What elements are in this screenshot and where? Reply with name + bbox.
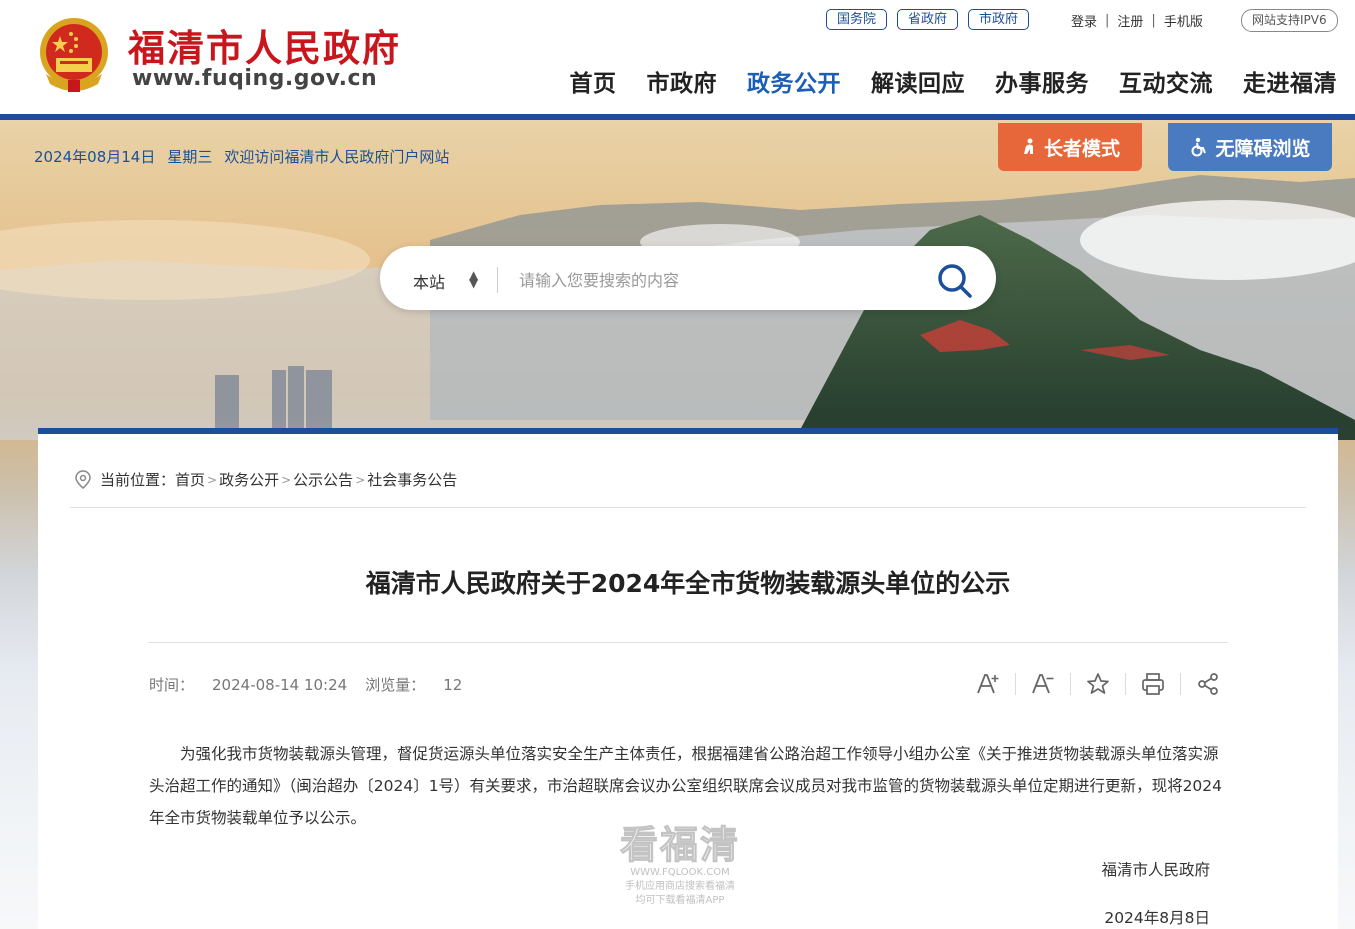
mobile-version-link[interactable]: 手机版 (1164, 11, 1203, 30)
elder-mode-label: 长者模式 (1043, 137, 1120, 160)
share-icon[interactable] (1194, 670, 1222, 698)
breadcrumb-label: 当前位置： (100, 471, 176, 489)
nav-city-gov[interactable]: 市政府 (647, 64, 718, 98)
breadcrumb: 当前位置： 首页 > 政务公开 > 公示公告 > 社会事务公告 (74, 469, 457, 490)
article-body: 为强化我市货物装载源头管理，督促货运源头单位落实安全生产主体责任，根据福建省公路… (149, 745, 1223, 827)
elder-person-icon (1023, 138, 1033, 154)
current-weekday: 星期三 (167, 148, 213, 166)
views-label: 浏览量： (365, 676, 426, 694)
title-divider (148, 642, 1228, 643)
site-name: 福清市人民政府 (128, 26, 401, 70)
accessible-browse-label: 无障碍浏览 (1215, 137, 1311, 160)
national-emblem-icon (40, 18, 108, 92)
link-state-council[interactable]: 国务院 (826, 9, 888, 30)
breadcrumb-home[interactable]: 首页 (175, 469, 205, 490)
article-card: 当前位置： 首页 > 政务公开 > 公示公告 > 社会事务公告 福清市人民政府关… (38, 428, 1338, 929)
elder-mode-button[interactable]: 长者模式 (998, 123, 1142, 171)
breadcrumb-social-affairs[interactable]: 社会事务公告 (367, 469, 457, 490)
nav-about-fuqing[interactable]: 走进福清 (1243, 64, 1337, 98)
publish-time: 2024-08-14 10:24 (212, 676, 348, 694)
login-link[interactable]: 登录 (1071, 11, 1097, 30)
search-icon[interactable] (935, 261, 975, 301)
search-input[interactable] (519, 263, 919, 297)
article-tools (974, 670, 1222, 698)
font-increase-icon[interactable] (974, 670, 1002, 698)
divider: | (1151, 13, 1156, 28)
breadcrumb-notices[interactable]: 公示公告 (293, 469, 353, 490)
sort-arrows-icon[interactable]: ▲ ▼ (469, 269, 478, 289)
font-decrease-icon[interactable] (1029, 670, 1057, 698)
nav-interpretation[interactable]: 解读回应 (871, 64, 965, 98)
link-province-gov[interactable]: 省政府 (897, 9, 959, 30)
main-nav: 首页 市政府 政务公开 解读回应 办事服务 互动交流 走进福清 (570, 64, 1338, 98)
nav-interaction[interactable]: 互动交流 (1119, 64, 1213, 98)
link-city-gov[interactable]: 市政府 (968, 9, 1030, 30)
date-welcome-line: 2024年08月14日 星期三 欢迎访问福清市人民政府门户网站 (34, 146, 449, 167)
breadcrumb-separator: > (355, 472, 366, 487)
wheelchair-icon (1191, 137, 1207, 157)
star-icon[interactable] (1084, 670, 1112, 698)
search-divider (497, 267, 498, 293)
site-header: 福清市人民政府 www.fuqing.gov.cn 国务院 省政府 市政府 登录… (0, 0, 1355, 114)
watermark-line1: 手机应用商店搜索看福清 (625, 881, 735, 892)
article-meta: 时间： 2024-08-14 10:24 浏览量： 12 (149, 674, 462, 695)
nav-gov-affairs[interactable]: 政务公开 (747, 64, 841, 98)
location-pin-icon (75, 469, 91, 489)
watermark-url: WWW.FQLOOK.COM (630, 867, 730, 878)
accessible-browse-button[interactable]: 无障碍浏览 (1168, 123, 1332, 171)
welcome-text: 欢迎访问福清市人民政府门户网站 (224, 148, 450, 166)
register-link[interactable]: 注册 (1117, 11, 1143, 30)
article-signature: 福清市人民政府 (1101, 861, 1210, 879)
current-date: 2024年08月14日 (34, 148, 156, 166)
top-links: 国务院 省政府 市政府 (826, 9, 1030, 30)
nav-services[interactable]: 办事服务 (995, 64, 1089, 98)
nav-home[interactable]: 首页 (570, 64, 617, 98)
breadcrumb-gov-affairs[interactable]: 政务公开 (219, 469, 279, 490)
watermark: 看福清 WWW.FQLOOK.COM 手机应用商店搜索看福清 均可下载看福清AP… (610, 824, 750, 908)
article-title: 福清市人民政府关于2024年全市货物装载源头单位的公示 (365, 569, 1011, 598)
search-box: 本站 ▲ ▼ (380, 246, 996, 310)
user-links: 登录 | 注册 | 手机版 (1071, 11, 1203, 30)
breadcrumb-divider (70, 507, 1306, 508)
view-count: 12 (443, 676, 463, 694)
time-label: 时间： (149, 676, 195, 694)
site-url: www.fuqing.gov.cn (132, 66, 378, 91)
watermark-line2: 均可下载看福清APP (635, 895, 725, 906)
divider: | (1105, 13, 1110, 28)
print-icon[interactable] (1139, 670, 1167, 698)
article-sign-date: 2024年8月8日 (1104, 909, 1210, 927)
breadcrumb-separator: > (281, 472, 292, 487)
search-scope-select[interactable]: 本站 (413, 269, 445, 293)
watermark-logo-text: 看福清 (619, 823, 740, 867)
ipv6-badge: 网站支持IPV6 (1241, 9, 1338, 32)
breadcrumb-separator: > (207, 472, 218, 487)
